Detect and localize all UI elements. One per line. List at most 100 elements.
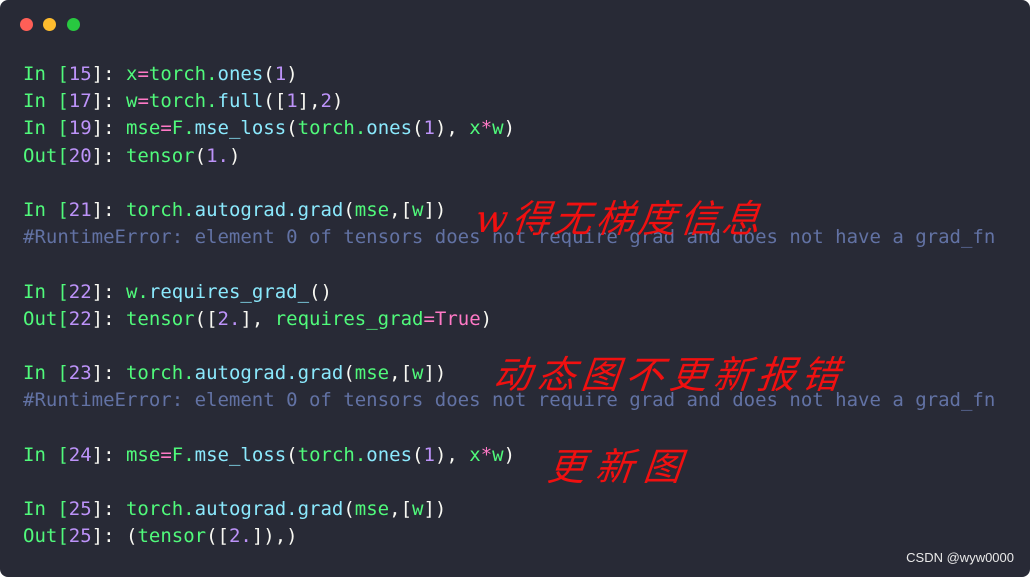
code-output: In [15]: x=torch.ones(1) In [17]: w=torch…: [23, 61, 995, 550]
code-token: ,[: [389, 362, 413, 385]
code-line: In [17]: w=torch.full([1],2): [23, 88, 995, 115]
code-token: *: [480, 443, 493, 466]
code-token: (: [412, 117, 424, 140]
code-token: grad: [297, 362, 344, 385]
code-token: (: [194, 144, 207, 167]
code-token: tensor: [125, 144, 195, 167]
code-token: 1: [286, 90, 298, 113]
code-line: In [25]: torch.autograd.grad(mse,[w]): [23, 496, 995, 523]
code-token: w: [125, 90, 138, 113]
code-token: (: [125, 525, 138, 548]
code-line: In [24]: mse=F.mse_loss(torch.ones(1), x…: [23, 442, 995, 469]
code-token: In [: [23, 117, 69, 140]
code-token: =: [423, 307, 435, 330]
code-token: =: [137, 63, 149, 85]
code-token: In [: [23, 498, 69, 520]
code-token: ]:: [91, 198, 126, 221]
code-token: 1: [423, 117, 435, 140]
code-token: ],: [240, 307, 275, 330]
code-token: 22: [68, 307, 92, 330]
code-token: mse: [354, 362, 390, 385]
code-token: ]:: [91, 90, 126, 113]
code-token: w: [492, 117, 504, 140]
code-token: torch.: [125, 498, 195, 520]
code-token: torch.: [125, 198, 195, 221]
terminal-window: In [15]: x=torch.ones(1) In [17]: w=torch…: [0, 0, 1030, 577]
code-token: ([: [263, 90, 287, 113]
code-token: ([: [206, 525, 229, 548]
code-line: Out[20]: tensor(1.): [23, 143, 995, 170]
code-token: w: [412, 362, 424, 385]
code-token: ones: [366, 117, 413, 140]
code-token: F.: [171, 443, 195, 466]
handwritten-note-no-grad: w得无梯度信息: [473, 197, 767, 241]
code-token: 23: [68, 362, 92, 385]
code-token: F.: [171, 117, 195, 140]
code-token: ): [286, 63, 298, 85]
code-token: 21: [68, 198, 92, 221]
code-token: torch.: [297, 443, 367, 466]
code-line: Out[25]: (tensor([2.]),): [23, 523, 995, 550]
close-button[interactable]: [20, 18, 33, 31]
code-token: In [: [23, 198, 69, 221]
code-token: mse_loss: [194, 117, 287, 140]
code-token: tensor: [137, 525, 207, 548]
code-token: x: [125, 63, 138, 85]
code-token: ]): [423, 362, 447, 385]
code-token: grad: [297, 498, 344, 520]
code-token: torch.: [148, 63, 218, 85]
code-token: ]:: [91, 443, 126, 466]
code-token: mse: [125, 117, 161, 140]
code-line: In [15]: x=torch.ones(1): [23, 61, 995, 88]
code-token: autograd.: [194, 498, 298, 520]
code-token: In [: [23, 280, 69, 303]
code-token: True: [434, 307, 481, 330]
code-token: 2.: [217, 307, 241, 330]
code-token: Out[: [23, 144, 69, 167]
code-token: x: [469, 117, 481, 140]
code-line: Out[22]: tensor([2.], requires_grad=True…: [23, 306, 995, 333]
code-token: 25: [68, 498, 92, 520]
code-token: In [: [23, 362, 69, 385]
code-token: 17: [68, 90, 92, 113]
handwritten-note-graph-not-updated: 动态图不更新报错: [491, 353, 848, 397]
code-token: ]:: [91, 117, 126, 140]
code-token: (): [309, 280, 332, 303]
code-token: In [: [23, 63, 69, 85]
code-token: ]:: [91, 144, 126, 167]
code-token: ]:: [91, 525, 126, 548]
minimize-button[interactable]: [43, 18, 56, 31]
code-token: 1: [423, 443, 435, 466]
code-token: (: [286, 443, 298, 466]
code-token: In [: [23, 90, 69, 113]
code-token: 1: [274, 63, 287, 85]
code-token: torch.: [297, 117, 367, 140]
code-token: mse: [354, 198, 390, 221]
code-token: ]),): [251, 525, 298, 548]
code-token: 1.: [206, 144, 229, 167]
code-line: In [19]: mse=F.mse_loss(torch.ones(1), x…: [23, 115, 995, 142]
code-token: ]:: [91, 362, 126, 385]
code-token: ]): [423, 498, 447, 520]
maximize-button[interactable]: [67, 18, 80, 31]
code-token: autograd.: [194, 198, 298, 221]
code-token: ),: [434, 443, 470, 466]
handwritten-note-update-graph: 更新图: [545, 445, 694, 489]
code-token: Out[: [23, 525, 69, 548]
code-token: requires_grad_: [148, 280, 310, 303]
code-token: (: [343, 498, 355, 520]
code-token: tensor: [125, 307, 195, 330]
code-token: w: [492, 443, 504, 466]
code-token: autograd.: [194, 362, 298, 385]
code-token: mse_loss: [194, 443, 287, 466]
code-token: requires_grad: [274, 307, 424, 330]
code-line: In [22]: w.requires_grad_(): [23, 279, 995, 306]
code-token: ones: [217, 63, 264, 85]
code-token: w: [412, 198, 424, 221]
code-token: 22: [68, 280, 92, 303]
code-token: =: [160, 443, 172, 466]
code-token: 24: [68, 443, 92, 466]
code-token: ),: [434, 117, 470, 140]
